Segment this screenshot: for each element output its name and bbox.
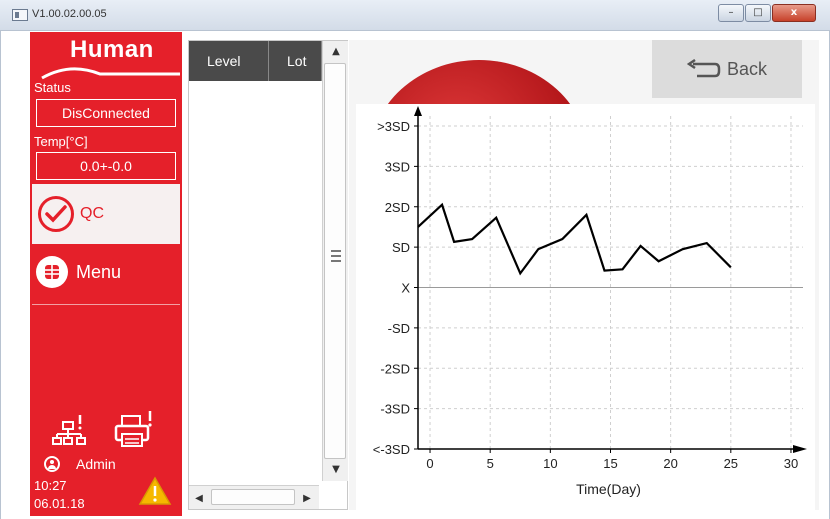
scroll-down-arrow-icon[interactable]: ▼	[323, 459, 349, 479]
y-tick-label: <-3SD	[373, 442, 410, 457]
status-label: Status	[34, 80, 71, 95]
qc-chart-panel: >3SD 3SD 2SD SD X -SD -2SD -3SD <-3SD 0 5 10 15 20 25 3…	[356, 104, 815, 510]
status-value: DisConnected	[36, 99, 176, 127]
x-tick-label: 0	[426, 456, 433, 471]
back-button[interactable]: Back	[652, 40, 802, 98]
qc-series-line	[417, 202, 732, 276]
menu-button[interactable]: Menu	[36, 256, 121, 288]
window-title: V1.00.02.00.05	[32, 8, 107, 20]
close-button[interactable]: x	[772, 4, 816, 22]
clock-date: 06.01.18	[34, 496, 85, 511]
x-tick-label: 25	[724, 456, 738, 471]
x-tick-label: 20	[663, 456, 677, 471]
sidebar: Human Status DisConnected Temp[°C] 0.0+-…	[30, 32, 182, 516]
y-tick-label: -3SD	[380, 402, 410, 417]
qc-label: QC	[80, 205, 104, 222]
vertical-scrollbar[interactable]: ▲ ▼	[322, 41, 348, 481]
temperature-label: Temp[°C]	[34, 134, 88, 149]
y-axis-arrow-icon	[414, 106, 422, 116]
levey-jennings-chart: >3SD 3SD 2SD SD X -SD -2SD -3SD <-3SD 0 5 10 15 20 25 3…	[373, 106, 807, 497]
window-titlebar: V1.00.02.00.05 – □ x	[0, 0, 830, 31]
column-header-level[interactable]: Level	[189, 41, 269, 81]
back-label: Back	[726, 58, 768, 79]
logo-swoosh-icon	[41, 67, 180, 80]
clock-time: 10:27	[34, 478, 67, 493]
user-icon	[44, 456, 60, 472]
x-tick-label: 30	[784, 456, 798, 471]
warning-icon[interactable]	[138, 476, 172, 506]
y-tick-label: 3SD	[385, 159, 410, 174]
y-tick-label: >3SD	[377, 119, 410, 134]
x-axis-arrow-icon	[793, 445, 807, 453]
temperature-value: 0.0+-0.0	[36, 152, 176, 180]
horizontal-scrollbar-thumb[interactable]	[211, 489, 295, 505]
scroll-left-arrow-icon[interactable]: ◀	[189, 488, 209, 508]
y-tick-label: -SD	[388, 321, 410, 336]
user-account[interactable]: Admin	[44, 456, 116, 472]
checkmark-icon	[38, 196, 74, 232]
back-arrow-icon	[686, 59, 721, 78]
x-axis-label: Time(Day)	[576, 481, 641, 497]
user-name: Admin	[76, 456, 116, 472]
minimize-button[interactable]: –	[718, 4, 744, 22]
qc-lot-table: Level Lot ▲ ▼ ◀ ▶	[188, 40, 348, 510]
menu-grid-icon	[36, 256, 68, 288]
window-controls: – □ x	[718, 4, 816, 22]
scroll-right-arrow-icon[interactable]: ▶	[297, 488, 317, 508]
x-tick-label: 15	[603, 456, 617, 471]
y-tick-label: 2SD	[385, 200, 410, 215]
network-warning-icon[interactable]	[52, 414, 88, 448]
x-tick-label: 10	[543, 456, 557, 471]
scroll-up-arrow-icon[interactable]: ▲	[323, 41, 349, 61]
maximize-button[interactable]: □	[745, 4, 771, 22]
grip-icon	[331, 250, 341, 262]
qc-button[interactable]: QC	[32, 184, 180, 244]
app-window-icon	[12, 9, 28, 21]
printer-warning-icon[interactable]	[114, 410, 156, 450]
menu-label: Menu	[76, 261, 122, 282]
column-header-lot[interactable]: Lot	[269, 41, 322, 81]
sidebar-divider	[32, 304, 180, 305]
y-tick-label: SD	[392, 240, 410, 255]
table-header: Level Lot	[189, 41, 322, 81]
x-tick-label: 5	[487, 456, 494, 471]
y-tick-label: X	[401, 281, 410, 296]
horizontal-scrollbar[interactable]: ◀ ▶	[189, 485, 319, 509]
scrollbar-thumb[interactable]	[324, 63, 346, 459]
y-tick-label: -2SD	[380, 361, 410, 376]
